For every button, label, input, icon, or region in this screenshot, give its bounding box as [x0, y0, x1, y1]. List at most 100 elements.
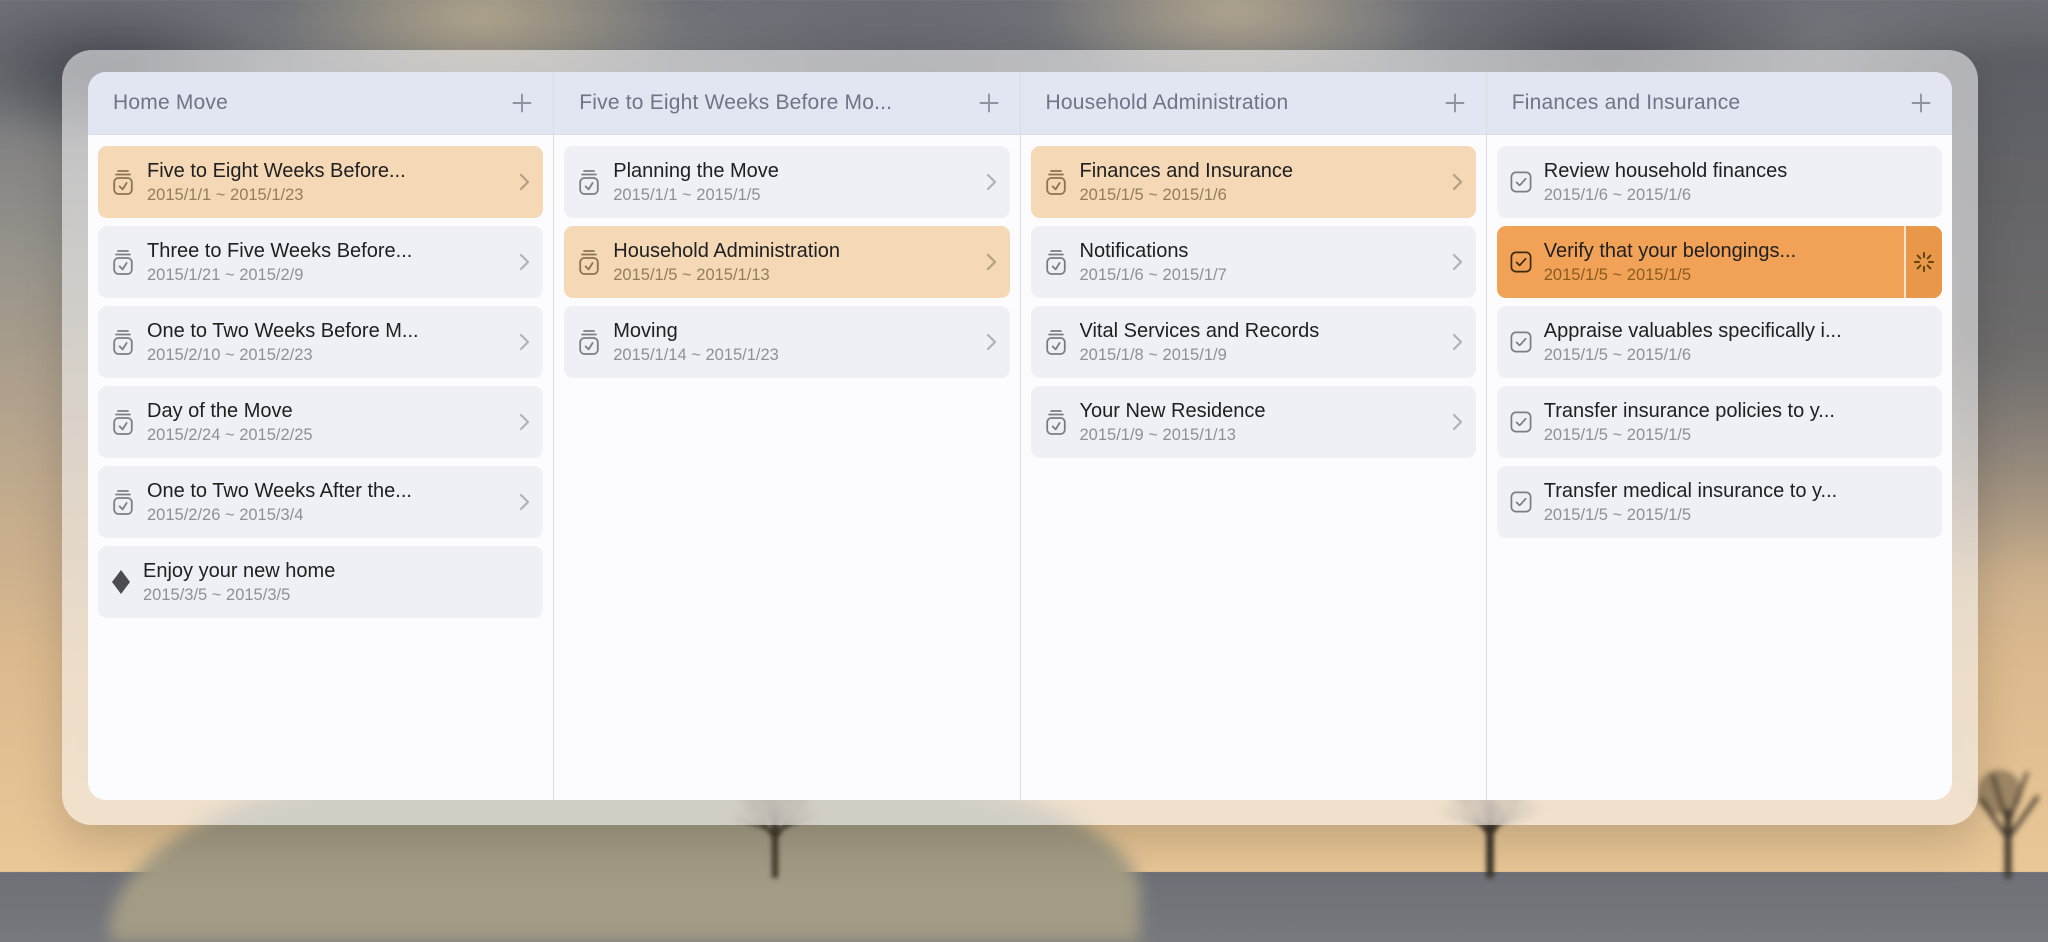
- stacked-checkbox-icon: [1044, 169, 1068, 196]
- stacked-checkbox-icon: [111, 169, 135, 196]
- chevron-right-icon[interactable]: [519, 413, 530, 431]
- add-card-button[interactable]: [1906, 88, 1936, 118]
- plus-icon: [1444, 92, 1466, 114]
- card-dates: 2015/2/10 ~ 2015/2/23: [147, 345, 419, 365]
- task-card[interactable]: One to Two Weeks After the... 2015/2/26 …: [98, 466, 543, 538]
- card-dates: 2015/3/5 ~ 2015/3/5: [143, 585, 335, 605]
- chevron-right-icon[interactable]: [519, 173, 530, 191]
- checkbox-icon: [1510, 491, 1532, 513]
- card-title: Day of the Move: [147, 399, 313, 423]
- task-card[interactable]: Transfer insurance policies to y... 2015…: [1497, 386, 1942, 458]
- card-title: Transfer insurance policies to y...: [1544, 399, 1835, 423]
- plus-icon: [1910, 92, 1932, 114]
- chevron-right-icon[interactable]: [986, 173, 997, 191]
- chevron-right-icon[interactable]: [986, 253, 997, 271]
- stacked-checkbox-icon: [1044, 409, 1068, 436]
- card-dates: 2015/1/5 ~ 2015/1/5: [1544, 265, 1796, 285]
- card-title: Planning the Move: [613, 159, 779, 183]
- milestone-card[interactable]: Enjoy your new home 2015/3/5 ~ 2015/3/5: [98, 546, 543, 618]
- card-dates: 2015/2/26 ~ 2015/3/4: [147, 505, 412, 525]
- stacked-checkbox-icon: [111, 249, 135, 276]
- card-title: Notifications: [1080, 239, 1227, 263]
- column-title: Home Move: [113, 91, 507, 115]
- task-card[interactable]: Household Administration 2015/1/5 ~ 2015…: [564, 226, 1009, 298]
- card-title: Vital Services and Records: [1080, 319, 1320, 343]
- task-card[interactable]: Review household finances 2015/1/6 ~ 201…: [1497, 146, 1942, 218]
- card-dates: 2015/1/5 ~ 2015/1/6: [1544, 345, 1842, 365]
- column-finances-and-insurance: Finances and Insurance Review household …: [1486, 72, 1952, 800]
- card-dates: 2015/1/5 ~ 2015/1/5: [1544, 425, 1835, 445]
- task-card[interactable]: Five to Eight Weeks Before... 2015/1/1 ~…: [98, 146, 543, 218]
- plus-icon: [511, 92, 533, 114]
- card-title: One to Two Weeks Before M...: [147, 319, 419, 343]
- chevron-right-icon[interactable]: [1452, 413, 1463, 431]
- card-list: Planning the Move 2015/1/1 ~ 2015/1/5 Ho…: [554, 135, 1019, 389]
- checkbox-icon: [1510, 171, 1532, 193]
- card-title: Moving: [613, 319, 779, 343]
- task-card[interactable]: Moving 2015/1/14 ~ 2015/1/23: [564, 306, 1009, 378]
- card-title: Five to Eight Weeks Before...: [147, 159, 406, 183]
- card-dates: 2015/1/1 ~ 2015/1/5: [613, 185, 779, 205]
- chevron-right-icon[interactable]: [986, 333, 997, 351]
- stacked-checkbox-icon: [1044, 329, 1068, 356]
- task-card[interactable]: Three to Five Weeks Before... 2015/1/21 …: [98, 226, 543, 298]
- chevron-right-icon[interactable]: [519, 493, 530, 511]
- add-card-button[interactable]: [1440, 88, 1470, 118]
- busy-indicator: [1904, 226, 1942, 298]
- card-title: Finances and Insurance: [1080, 159, 1293, 183]
- chevron-right-icon[interactable]: [1452, 253, 1463, 271]
- column-header: Five to Eight Weeks Before Mo...: [554, 72, 1019, 135]
- board-columns: Home Move Five to Eight Weeks Before... …: [88, 72, 1952, 800]
- kanban-board: Home Move Five to Eight Weeks Before... …: [62, 50, 1978, 825]
- stacked-checkbox-icon: [111, 329, 135, 356]
- column-header: Home Move: [88, 72, 553, 135]
- task-card[interactable]: Finances and Insurance 2015/1/5 ~ 2015/1…: [1031, 146, 1476, 218]
- chevron-right-icon[interactable]: [519, 253, 530, 271]
- card-dates: 2015/1/9 ~ 2015/1/13: [1080, 425, 1266, 445]
- card-title: Enjoy your new home: [143, 559, 335, 583]
- checkbox-icon: [1510, 331, 1532, 353]
- card-list: Finances and Insurance 2015/1/5 ~ 2015/1…: [1021, 135, 1486, 469]
- card-title: Appraise valuables specifically i...: [1544, 319, 1842, 343]
- stacked-checkbox-icon: [111, 489, 135, 516]
- task-card[interactable]: Vital Services and Records 2015/1/8 ~ 20…: [1031, 306, 1476, 378]
- card-title: Three to Five Weeks Before...: [147, 239, 412, 263]
- chevron-right-icon[interactable]: [1452, 333, 1463, 351]
- task-card[interactable]: Appraise valuables specifically i... 201…: [1497, 306, 1942, 378]
- card-list: Review household finances 2015/1/6 ~ 201…: [1487, 135, 1952, 549]
- card-title: Household Administration: [613, 239, 840, 263]
- card-dates: 2015/1/8 ~ 2015/1/9: [1080, 345, 1320, 365]
- task-card-selected[interactable]: Verify that your belongings... 2015/1/5 …: [1497, 226, 1942, 298]
- column-header: Finances and Insurance: [1487, 72, 1952, 135]
- plus-icon: [978, 92, 1000, 114]
- task-card[interactable]: Transfer medical insurance to y... 2015/…: [1497, 466, 1942, 538]
- add-card-button[interactable]: [507, 88, 537, 118]
- add-card-button[interactable]: [974, 88, 1004, 118]
- column-title: Household Administration: [1046, 91, 1440, 115]
- checkbox-icon: [1510, 411, 1532, 433]
- chevron-right-icon[interactable]: [1452, 173, 1463, 191]
- card-title: Review household finances: [1544, 159, 1788, 183]
- card-title: Transfer medical insurance to y...: [1544, 479, 1837, 503]
- stacked-checkbox-icon: [577, 249, 601, 276]
- card-dates: 2015/2/24 ~ 2015/2/25: [147, 425, 313, 445]
- checkbox-icon: [1510, 251, 1532, 273]
- stacked-checkbox-icon: [1044, 249, 1068, 276]
- column-household-administration: Household Administration Finances and In…: [1020, 72, 1486, 800]
- task-card[interactable]: Your New Residence 2015/1/9 ~ 2015/1/13: [1031, 386, 1476, 458]
- card-dates: 2015/1/1 ~ 2015/1/23: [147, 185, 406, 205]
- card-dates: 2015/1/21 ~ 2015/2/9: [147, 265, 412, 285]
- column-title: Finances and Insurance: [1512, 91, 1906, 115]
- task-card[interactable]: Planning the Move 2015/1/1 ~ 2015/1/5: [564, 146, 1009, 218]
- card-dates: 2015/1/5 ~ 2015/1/13: [613, 265, 840, 285]
- card-title: Verify that your belongings...: [1544, 239, 1796, 263]
- column-home-move: Home Move Five to Eight Weeks Before... …: [88, 72, 553, 800]
- card-dates: 2015/1/5 ~ 2015/1/5: [1544, 505, 1837, 525]
- diamond-icon: [111, 569, 131, 595]
- task-card[interactable]: Notifications 2015/1/6 ~ 2015/1/7: [1031, 226, 1476, 298]
- column-header: Household Administration: [1021, 72, 1486, 135]
- click-burst-icon: [1912, 250, 1936, 274]
- task-card[interactable]: Day of the Move 2015/2/24 ~ 2015/2/25: [98, 386, 543, 458]
- chevron-right-icon[interactable]: [519, 333, 530, 351]
- task-card[interactable]: One to Two Weeks Before M... 2015/2/10 ~…: [98, 306, 543, 378]
